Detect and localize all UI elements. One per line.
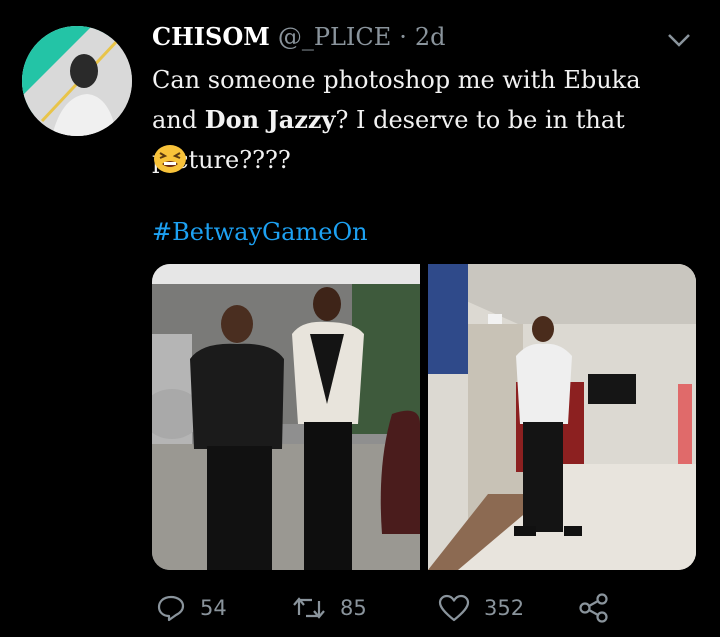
tweet-text-mention: Don Jazzy xyxy=(204,105,336,134)
hashtag-link[interactable]: #BetwayGameOn xyxy=(152,218,368,246)
reply-button[interactable]: 54 xyxy=(156,594,227,622)
timestamp[interactable]: 2d xyxy=(415,23,446,51)
reply-count: 54 xyxy=(200,596,227,620)
retweet-icon xyxy=(292,595,326,621)
photo-left[interactable] xyxy=(152,264,420,570)
tweet-text: Can someone photoshop me with Ebuka and … xyxy=(152,60,692,180)
tweet-media[interactable] xyxy=(152,264,696,570)
share-button[interactable] xyxy=(578,593,610,623)
share-icon xyxy=(578,593,610,623)
separator-dot: · xyxy=(399,23,407,51)
retweet-button[interactable]: 85 xyxy=(292,595,367,621)
like-count: 352 xyxy=(484,596,525,620)
display-name[interactable]: CHISOM xyxy=(152,22,270,51)
photo-right[interactable] xyxy=(428,264,696,570)
retweet-count: 85 xyxy=(340,596,367,620)
tweet-actions: 54 85 352 xyxy=(156,588,636,628)
like-button[interactable]: 352 xyxy=(438,594,524,622)
reply-icon xyxy=(156,594,186,622)
chevron-down-icon[interactable] xyxy=(664,28,694,52)
tired-face-emoji xyxy=(152,142,188,174)
heart-icon xyxy=(438,594,470,622)
tweet-header: CHISOM @_PLICE · 2d xyxy=(152,22,446,56)
user-handle[interactable]: @_PLICE xyxy=(278,23,391,51)
avatar[interactable] xyxy=(22,26,132,136)
